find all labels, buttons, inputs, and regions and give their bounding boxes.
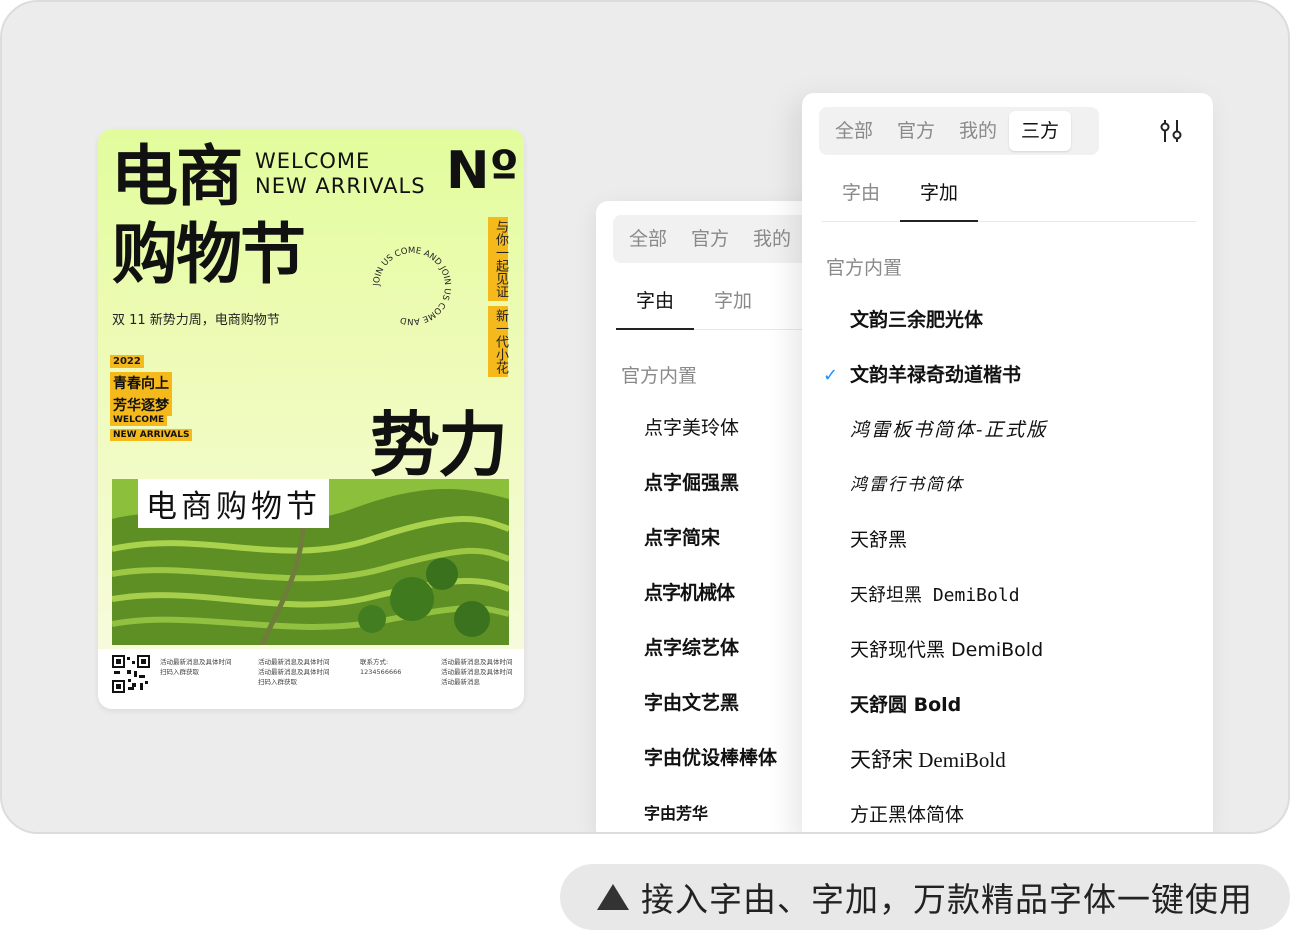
poster-title-box: 电商购物节 [138, 479, 329, 528]
ring-text: JOIN US COME AND JOIN US COME AND [372, 246, 452, 326]
poster-preview[interactable]: 电商 购物节 WELCOME NEW ARRIVALS Nº 双 11 新势力周… [98, 129, 524, 709]
provider-tabs-front: 字由 字加 [822, 173, 1196, 222]
poster-title-line1: 电商 [110, 138, 244, 215]
qr-code-icon [112, 655, 150, 693]
font-item[interactable]: 天舒圆 Bold [850, 678, 1047, 733]
font-list-back: 点字美玲体 点字倔强黑 点字简宋 点字机械体 点字综艺体 字由文艺黑 字由优设棒… [644, 401, 777, 832]
source-tabs-front: 全部 官方 我的 三方 [819, 107, 1099, 155]
font-item[interactable]: 天舒黑 [850, 513, 1047, 568]
welcome-line1: WELCOME [255, 149, 371, 173]
tab-official[interactable]: 官方 [679, 219, 741, 259]
poster-numero: Nº [446, 141, 519, 201]
tab-zijia[interactable]: 字加 [900, 173, 979, 222]
year-tag: 2022 [110, 355, 144, 368]
footer-text-4: 活动最新消息及具体时间 活动最新消息及具体时间 活动最新消息 [441, 658, 513, 686]
showcase-stage: 电商 购物节 WELCOME NEW ARRIVALS Nº 双 11 新势力周… [0, 0, 1290, 834]
font-item[interactable]: 点字机械体 [644, 566, 777, 621]
font-item[interactable]: 天舒宋 DemiBold [850, 733, 1047, 788]
feature-caption: 接入字由、字加，万款精品字体一键使用 [560, 864, 1290, 930]
poster-big-word: 势力 [370, 404, 508, 486]
section-official-builtin: 官方内置 [826, 257, 903, 279]
footer-text-2: 活动最新消息及具体时间 活动最新消息及具体时间 扫码入群获取 [258, 658, 330, 686]
font-item[interactable]: 字由优设棒棒体 [644, 731, 777, 786]
small-tag-welcome: WELCOME [110, 414, 168, 426]
font-item[interactable]: 鸿雷板书简体-正式版 [850, 403, 1047, 458]
font-item[interactable]: 点字简宋 [644, 511, 777, 566]
tab-ziyou[interactable]: 字由 [616, 281, 695, 330]
font-item[interactable]: 字由文艺黑 [644, 676, 777, 731]
checkmark-icon: ✓ [823, 365, 839, 386]
vertical-tag-1: 与你一起见证 [488, 217, 508, 301]
tab-all[interactable]: 全部 [617, 219, 679, 259]
font-item-label: 文韵羊禄奇劲道楷书 [850, 364, 1022, 386]
tab-mine[interactable]: 我的 [741, 219, 803, 259]
caption-text: 接入字由、字加，万款精品字体一键使用 [641, 880, 1253, 919]
font-item-selected[interactable]: ✓ 文韵羊禄奇劲道楷书 [823, 348, 1047, 403]
vertical-tag-2: 新一代小花 [488, 306, 508, 377]
sliders-icon[interactable] [1159, 118, 1183, 144]
font-item[interactable]: 点字美玲体 [644, 401, 777, 456]
poster-title-line2: 购物节 [112, 216, 306, 293]
tab-mine[interactable]: 我的 [947, 111, 1009, 151]
font-list-front: 文韵三余肥光体 ✓ 文韵羊禄奇劲道楷书 鸿雷板书简体-正式版 鸿雷行书简体 天舒… [823, 293, 1047, 832]
font-item[interactable]: 文韵三余肥光体 [850, 293, 1047, 348]
tab-zijia[interactable]: 字加 [694, 281, 772, 329]
font-item[interactable]: 方正黑体简体 [850, 788, 1047, 832]
circular-text-ring: JOIN US COME AND JOIN US COME AND [372, 246, 452, 326]
tab-all[interactable]: 全部 [823, 111, 885, 151]
font-item[interactable]: 天舒坦黑 DemiBold [850, 568, 1047, 623]
font-panel-back: 全部 官方 我的 字由 字加 官方内置 点字美玲体 点字倔强黑 点字简宋 点字机… [596, 201, 836, 832]
font-item[interactable]: 点字倔强黑 [644, 456, 777, 511]
section-official-builtin: 官方内置 [621, 365, 698, 387]
footer-text-1: 活动最新消息及具体时间 扫码入群获取 [160, 658, 232, 676]
welcome-line2: NEW ARRIVALS [255, 174, 426, 198]
font-item[interactable]: 天舒现代黑 DemiBold [850, 623, 1047, 678]
font-panel-front: 全部 官方 我的 三方 字由 字加 官方内置 文韵三余肥光体 ✓ 文韵羊禄奇劲道… [802, 93, 1213, 832]
poster-welcome: WELCOME NEW ARRIVALS [255, 149, 426, 199]
slogan-tag-2: 芳华逐梦 [110, 394, 172, 416]
font-item[interactable]: 点字综艺体 [644, 621, 777, 676]
tab-third-party[interactable]: 三方 [1009, 111, 1072, 151]
small-tag-arrivals: NEW ARRIVALS [110, 429, 193, 441]
poster-footer: 活动最新消息及具体时间 扫码入群获取 活动最新消息及具体时间 活动最新消息及具体… [98, 649, 524, 709]
font-item[interactable]: 鸿雷行书简体 [850, 458, 1047, 513]
tab-ziyou[interactable]: 字由 [822, 173, 900, 221]
font-item[interactable]: 字由芳华 [644, 786, 777, 832]
slogan-tag-1: 青春向上 [110, 372, 172, 394]
poster-subcaption: 双 11 新势力周，电商购物节 [112, 313, 280, 328]
footer-contact: 联系方式: 1234566666 [360, 658, 402, 676]
svg-text:JOIN US COME AND JOIN US COME: JOIN US COME AND JOIN US COME AND [372, 246, 452, 326]
tab-official[interactable]: 官方 [885, 111, 947, 151]
triangle-up-icon [597, 884, 629, 910]
